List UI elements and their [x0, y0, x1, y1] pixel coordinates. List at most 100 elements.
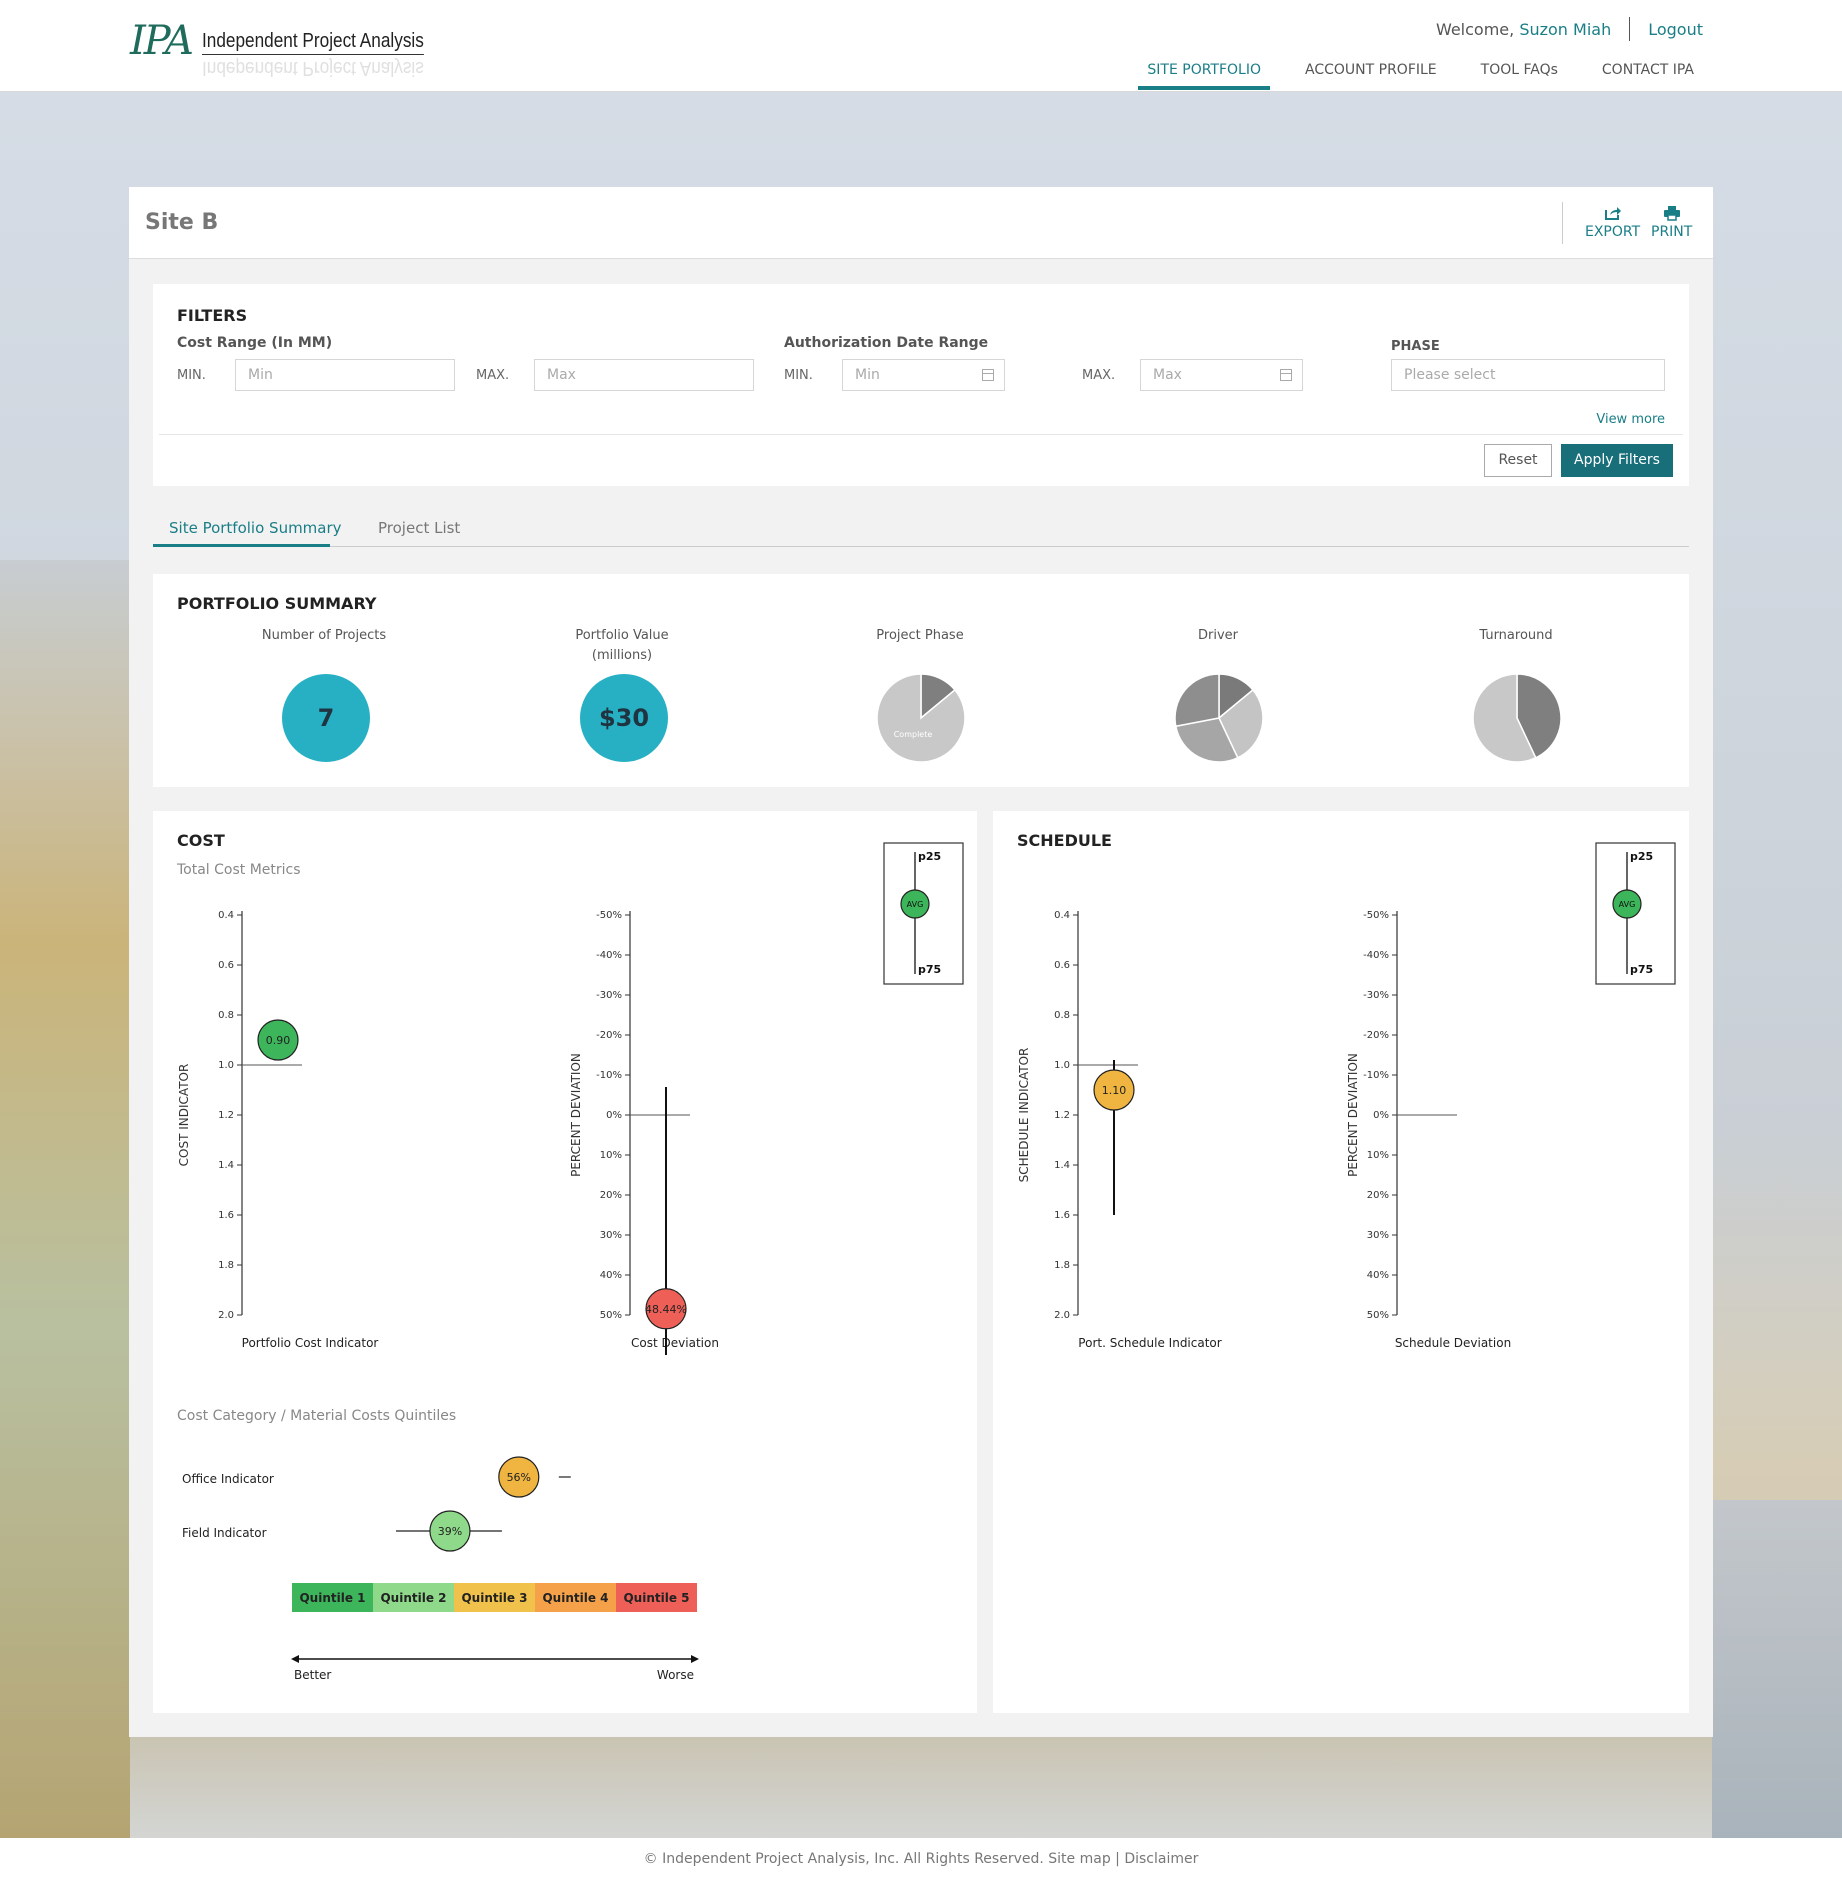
- welcome-label: Welcome,: [1435, 19, 1515, 39]
- quintile-markers: 56% 39%: [395, 1456, 571, 1552]
- pie-slice: [1174, 673, 1220, 728]
- y-tick-label: -40%: [1363, 950, 1389, 961]
- y-tick-label: 20%: [600, 1190, 622, 1201]
- calendar-icon[interactable]: [982, 369, 994, 381]
- project-phase-label: Project Phase: [876, 628, 964, 643]
- app-header: IPA Independent Project Analysis Indepen…: [0, 0, 1842, 92]
- cost-range-label: Cost Range (In MM): [177, 335, 333, 351]
- logo-mark: IPA: [130, 18, 194, 64]
- apply-filters-button[interactable]: Apply Filters: [1561, 444, 1673, 477]
- sitemap-link[interactable]: Site map: [1048, 1851, 1110, 1867]
- project-phase-pie[interactable]: Complete: [876, 673, 966, 763]
- tab-project-list[interactable]: Project List: [378, 519, 460, 537]
- quintile-label: Quintile 4: [542, 1591, 608, 1605]
- portfolio-value-label: Portfolio Value (millions): [522, 626, 722, 666]
- x-axis-label: Cost Deviation: [631, 1336, 719, 1350]
- tab-bar: Site Portfolio Summary Project List: [153, 507, 1689, 547]
- logo[interactable]: IPA Independent Project Analysis Indepen…: [130, 18, 424, 79]
- background-right-scenery: [1712, 1500, 1842, 1840]
- export-button[interactable]: EXPORT: [1585, 205, 1640, 240]
- y-tick-label: 1.4: [218, 1160, 234, 1171]
- x-axis-label: Portfolio Cost Indicator: [242, 1336, 379, 1350]
- cost-metrics-charts: 0.4 0.6 0.8 1.0 1.2 1.4 1.6 1.8 2.0 COST INDICATO…: [177, 910, 719, 1355]
- quintile-point-label: 56%: [507, 1471, 531, 1484]
- worse-label: Worse: [657, 1668, 694, 1682]
- total-cost-metrics-subtitle: Total Cost Metrics: [177, 862, 301, 878]
- turnaround-pie[interactable]: [1472, 673, 1562, 763]
- project-phase-slices: [876, 673, 966, 763]
- y-tick-label: 20%: [1367, 1190, 1389, 1201]
- quintile-label: Quintile 2: [380, 1591, 446, 1605]
- better-label: Better: [294, 1668, 331, 1682]
- quintile-label: Quintile 1: [299, 1591, 365, 1605]
- y-tick-label: 30%: [600, 1230, 622, 1241]
- cost-min-input[interactable]: Min: [235, 359, 455, 391]
- nav-account-profile[interactable]: ACCOUNT PROFILE: [1296, 58, 1446, 88]
- y-tick-label: -10%: [1363, 1070, 1389, 1081]
- logout-link[interactable]: Logout: [1648, 20, 1703, 39]
- date-min-label: MIN.: [784, 368, 813, 383]
- main-card: Site B EXPORT PRINT FILTERS Cost Range (…: [129, 187, 1713, 1737]
- nav-contact-ipa[interactable]: CONTACT IPA: [1593, 58, 1703, 88]
- print-label: PRINT: [1651, 224, 1693, 240]
- y-tick-label: 1.6: [1054, 1210, 1070, 1221]
- export-icon: [1604, 207, 1621, 220]
- nav-site-portfolio[interactable]: SITE PORTFOLIO: [1138, 58, 1270, 90]
- legend-p25: p25: [1630, 850, 1653, 863]
- phase-label: PHASE: [1391, 339, 1440, 354]
- cost-max-label: MAX.: [476, 368, 510, 383]
- cost-max-input[interactable]: Max: [534, 359, 754, 391]
- portfolio-cost-indicator-chart: 0.4 0.6 0.8 1.0 1.2 1.4 1.6 1.8 2.0 COST INDICATO…: [177, 910, 378, 1350]
- portfolio-value: $30: [580, 674, 668, 762]
- export-label: EXPORT: [1585, 224, 1641, 240]
- legend-p25: p25: [918, 850, 941, 863]
- nav-tool-faqs[interactable]: TOOL FAQs: [1472, 58, 1567, 88]
- filters-divider: [159, 434, 1683, 435]
- y-tick-label: 10%: [600, 1150, 622, 1161]
- y-tick-label: -40%: [596, 950, 622, 961]
- cost-heading: COST: [177, 831, 225, 850]
- date-max-placeholder: Max: [1153, 367, 1182, 383]
- schedule-heading: SCHEDULE: [1017, 831, 1112, 850]
- date-max-label: MAX.: [1082, 368, 1116, 383]
- view-more-link[interactable]: View more: [1596, 412, 1665, 427]
- portfolio-value-sublabel: (millions): [591, 648, 653, 663]
- y-tick-label: 1.0: [1054, 1060, 1070, 1071]
- quintile-title: Cost Category / Material Costs Quintiles: [177, 1408, 457, 1424]
- portfolio-summary-panel: PORTFOLIO SUMMARY Number of Projects 7 P…: [153, 574, 1689, 787]
- cost-deviation-chart: -50% -40% -30% -20% -10% 0% 10% 20% 30% 40% 50% PER…: [569, 910, 719, 1355]
- y-tick-label: 1.8: [1054, 1260, 1070, 1271]
- logo-reflection: Independent Project Analysis: [202, 57, 424, 79]
- date-min-input[interactable]: Min: [842, 359, 1005, 391]
- y-tick-label: -20%: [596, 1030, 622, 1041]
- y-tick-label: 0%: [1373, 1110, 1389, 1121]
- schedule-metrics-charts: 0.4 0.6 0.8 1.0 1.2 1.4 1.6 1.8 2.0 SCHEDULE INDI…: [1017, 910, 1511, 1350]
- reset-button[interactable]: Reset: [1484, 444, 1552, 477]
- x-axis-label: Schedule Deviation: [1395, 1336, 1511, 1350]
- y-tick-label: -30%: [596, 990, 622, 1001]
- copyright: © Independent Project Analysis, Inc. All…: [643, 1851, 1049, 1867]
- y-tick-label: 0.4: [1054, 910, 1070, 921]
- quintile-label: Quintile 5: [623, 1591, 689, 1605]
- turnaround-label: Turnaround: [1479, 628, 1553, 643]
- y-tick-label: 2.0: [218, 1310, 234, 1321]
- filters-panel: FILTERS Cost Range (In MM) MIN. Min MAX.…: [153, 284, 1689, 486]
- print-button[interactable]: PRINT: [1651, 205, 1692, 240]
- calendar-icon[interactable]: [1280, 369, 1292, 381]
- user-name[interactable]: Suzon Miah: [1519, 20, 1611, 39]
- y-tick-label: 1.2: [1054, 1110, 1070, 1121]
- date-min-placeholder: Min: [855, 367, 880, 383]
- date-max-input[interactable]: Max: [1140, 359, 1303, 391]
- disclaimer-link[interactable]: Disclaimer: [1124, 1851, 1198, 1867]
- y-axis-label: COST INDICATOR: [177, 1064, 191, 1167]
- y-tick-label: 40%: [1367, 1270, 1389, 1281]
- phase-select[interactable]: Please select: [1391, 359, 1665, 391]
- y-tick-label: 1.4: [1054, 1160, 1070, 1171]
- y-tick-label: 50%: [600, 1310, 622, 1321]
- footer: © Independent Project Analysis, Inc. All…: [0, 1838, 1842, 1881]
- tab-site-portfolio-summary[interactable]: Site Portfolio Summary: [169, 519, 342, 537]
- y-tick-label: 0.8: [218, 1010, 234, 1021]
- num-projects-value: 7: [282, 674, 370, 762]
- driver-pie[interactable]: [1174, 673, 1264, 763]
- y-tick-label: 0.6: [1054, 960, 1070, 971]
